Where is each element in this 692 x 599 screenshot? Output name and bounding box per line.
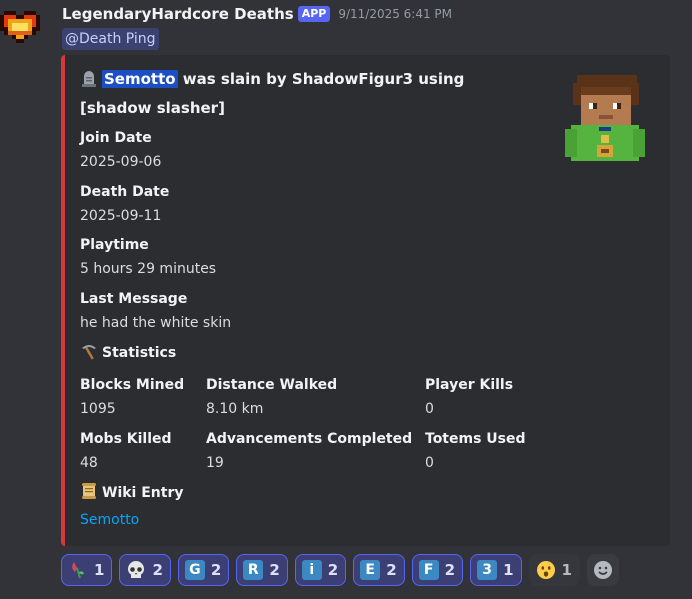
reaction-letter-r[interactable]: R 2 xyxy=(236,554,288,586)
scroll-icon xyxy=(80,482,98,506)
smiley-add-icon xyxy=(593,561,612,579)
reaction-number-3[interactable]: 3 1 xyxy=(470,554,522,586)
stat-value: 19 xyxy=(206,455,224,471)
stat-name: Advancements Completed xyxy=(206,431,413,447)
embed-title: Semotto was slain by ShadowFigur3 using … xyxy=(80,66,540,121)
stat-value: 1095 xyxy=(80,401,116,417)
stat-name: Totems Used xyxy=(425,431,526,447)
reaction-count: 1 xyxy=(561,561,572,579)
headstone-icon xyxy=(80,69,98,95)
pickaxe-icon xyxy=(80,342,98,366)
reaction-letter-i[interactable]: i 2 xyxy=(294,554,347,586)
reaction-letter-g[interactable]: G 2 xyxy=(177,554,230,586)
hibiscus-emoji-icon xyxy=(68,560,88,580)
letter-r-emoji-icon: R xyxy=(243,560,264,580)
bot-avatar[interactable] xyxy=(0,3,44,51)
field-last-message: Last Message he had the white skin xyxy=(80,289,231,333)
letter-g-emoji-icon: G xyxy=(184,560,205,580)
wiki-heading-label: Wiki Entry xyxy=(102,485,184,501)
reaction-count: 1 xyxy=(503,561,514,579)
reaction-hibiscus[interactable]: 1 xyxy=(61,554,113,586)
reaction-count: 2 xyxy=(386,561,397,579)
field-value: 2025-09-06 xyxy=(80,154,162,170)
death-embed: Semotto was slain by ShadowFigur3 using … xyxy=(61,55,670,546)
field-name: Death Date xyxy=(80,184,170,200)
reaction-count: 2 xyxy=(327,561,339,579)
add-reaction-button[interactable] xyxy=(586,554,619,586)
stat-value: 0 xyxy=(425,401,434,417)
statistics-heading: Statistics xyxy=(80,342,176,366)
reaction-bar: 1 2 G 2 R 2 i 2 E 2 F 2 3 1 1 xyxy=(61,554,619,586)
field-name: Last Message xyxy=(80,291,188,307)
message-timestamp[interactable]: 9/11/2025 6:41 PM xyxy=(338,7,452,21)
wiki-heading: Wiki Entry xyxy=(80,482,183,506)
stat-blocks-mined: Blocks Mined 1095 xyxy=(80,375,184,419)
skull-emoji-icon xyxy=(126,560,146,580)
letter-f-emoji-icon: F xyxy=(418,560,439,580)
reaction-skull[interactable]: 2 xyxy=(119,554,171,586)
reaction-letter-e[interactable]: E 2 xyxy=(353,554,405,586)
reaction-count: 1 xyxy=(94,561,105,579)
statistics-label: Statistics xyxy=(102,345,177,361)
field-value: he had the white skin xyxy=(80,315,232,331)
reaction-count: 2 xyxy=(269,561,280,579)
stat-name: Mobs Killed xyxy=(80,431,172,447)
reaction-hushed-face[interactable]: 1 xyxy=(528,554,580,586)
wiki-entry-link[interactable]: Semotto xyxy=(80,510,183,530)
field-playtime: Playtime 5 hours 29 minutes xyxy=(80,235,216,279)
stat-value: 0 xyxy=(425,455,434,471)
stat-value: 8.10 km xyxy=(206,401,264,417)
field-join-date: Join Date 2025-09-06 xyxy=(80,128,161,172)
reaction-count: 2 xyxy=(210,561,222,579)
letter-e-emoji-icon: E xyxy=(360,560,381,580)
stat-value: 48 xyxy=(80,455,98,471)
letter-i-emoji-icon: i xyxy=(301,560,322,580)
field-name: Playtime xyxy=(80,237,149,253)
reaction-count: 2 xyxy=(444,561,456,579)
stat-totems-used: Totems Used 0 xyxy=(425,429,526,473)
app-badge: APP xyxy=(297,6,331,22)
reaction-count: 2 xyxy=(152,561,163,579)
stat-name: Player Kills xyxy=(425,377,514,393)
reaction-letter-f[interactable]: F 2 xyxy=(411,554,464,586)
player-name-highlight: Semotto xyxy=(102,70,178,88)
number-3-emoji-icon: 3 xyxy=(477,560,498,580)
role-mention[interactable]: @Death Ping xyxy=(62,28,159,50)
pixel-heart-icon xyxy=(0,11,40,43)
stat-name: Distance Walked xyxy=(206,377,338,393)
field-value: 2025-09-11 xyxy=(80,208,162,224)
author-name[interactable]: LegendaryHardcore Deaths xyxy=(62,5,294,23)
player-skin-thumbnail xyxy=(565,75,645,161)
field-value: 5 hours 29 minutes xyxy=(80,261,217,277)
stat-advancements: Advancements Completed 19 xyxy=(206,429,412,473)
hushed-face-emoji-icon xyxy=(536,560,556,580)
field-death-date: Death Date 2025-09-11 xyxy=(80,182,169,226)
stat-name: Blocks Mined xyxy=(80,377,185,393)
stat-mobs-killed: Mobs Killed 48 xyxy=(80,429,172,473)
embed-accent-bar xyxy=(61,55,65,546)
stat-player-kills: Player Kills 0 xyxy=(425,375,513,419)
message-header: LegendaryHardcore Deaths APP 9/11/2025 6… xyxy=(62,5,452,23)
stat-distance-walked: Distance Walked 8.10 km xyxy=(206,375,337,419)
field-wiki-entry: Wiki Entry Semotto xyxy=(80,482,183,530)
field-name: Join Date xyxy=(80,130,152,146)
